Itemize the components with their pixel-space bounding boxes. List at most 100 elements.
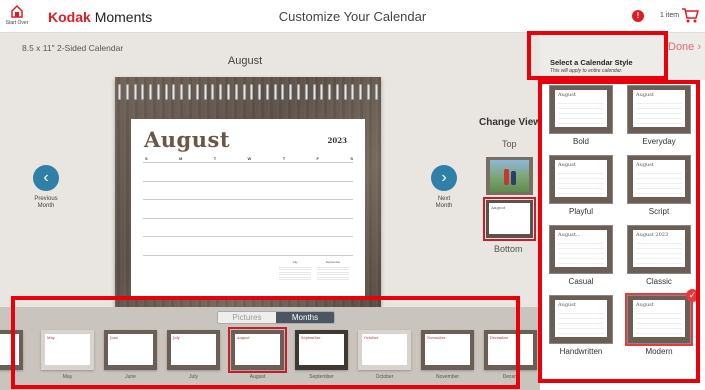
month-thumbnail-page: July <box>171 334 216 365</box>
month-thumbnail-label: Decem <box>502 374 519 380</box>
next-month-label-line2: Month <box>435 203 453 209</box>
calendar-grid <box>143 162 353 274</box>
spiral-ring <box>281 84 285 100</box>
spiral-ring <box>172 84 176 100</box>
style-panel-subtitle: This will apply to entire calendar. <box>550 68 623 74</box>
style-preview-grid <box>636 172 682 194</box>
weekday-label: S <box>350 156 353 161</box>
spiral-ring <box>195 84 199 100</box>
current-month-title: August <box>227 55 263 67</box>
style-option-casual[interactable]: August... <box>549 225 613 274</box>
style-option-modern[interactable]: August <box>625 293 693 346</box>
style-preview-title: August <box>636 92 654 98</box>
month-thumbnail[interactable]: November <box>421 330 474 370</box>
month-thumbnail[interactable]: August <box>228 327 287 373</box>
spiral-ring <box>289 84 293 100</box>
view-top-thumbnail[interactable] <box>486 157 533 195</box>
calendar-preview[interactable]: August 2023 S M T W T F S July September <box>115 77 381 307</box>
previous-month-label: Previous Month <box>21 196 71 210</box>
chevron-right-icon: › <box>697 41 702 53</box>
style-preview-grid <box>558 172 604 194</box>
weekday-label: S <box>145 156 148 161</box>
spiral-ring <box>180 84 184 100</box>
month-thumbnail[interactable] <box>0 330 23 370</box>
style-option-label: Classic <box>646 277 672 286</box>
brand-logo[interactable]: Kodak Moments <box>48 9 152 25</box>
spiral-ring <box>125 84 129 100</box>
view-top-label: Top <box>502 139 517 149</box>
style-preview-title: August <box>558 302 576 308</box>
previous-month-label-line1: Previous <box>34 196 58 202</box>
month-thumbnail-page: May <box>45 334 90 365</box>
mini-calendar-title: July <box>292 260 298 264</box>
style-preview-grid <box>558 102 604 124</box>
photo-figure-2 <box>511 171 516 185</box>
style-option-label: Everyday <box>642 137 676 146</box>
style-preview-page: August 2023 <box>633 230 685 267</box>
spiral-ring <box>304 84 308 100</box>
style-preview-grid <box>636 312 682 334</box>
style-option-everyday[interactable]: August <box>627 85 691 134</box>
start-over-button[interactable]: Start Over <box>4 4 30 26</box>
spiral-ring <box>234 84 238 100</box>
spiral-ring <box>312 84 316 100</box>
month-thumbnail-page <box>0 334 19 365</box>
spiral-ring <box>258 84 262 100</box>
month-thumbnail[interactable]: May <box>41 330 94 370</box>
month-thumbnail-title: July <box>173 336 180 340</box>
month-thumbnail-page: October <box>362 334 407 365</box>
product-name: 8.5 x 11" 2-Sided Calendar <box>22 43 124 53</box>
spiral-ring <box>250 84 254 100</box>
tab-pictures[interactable]: Pictures <box>218 312 276 323</box>
photo-figure-1 <box>504 169 509 185</box>
style-preview-page: August... <box>555 230 607 267</box>
style-option-handwritten[interactable]: August <box>549 295 613 344</box>
weekday-label: T <box>213 156 217 161</box>
photo-thumbnail <box>490 160 529 192</box>
spiral-ring <box>335 84 339 100</box>
strip-tab-switcher: Pictures Months <box>217 311 335 324</box>
style-option-playful[interactable]: August <box>549 155 613 204</box>
next-month-button[interactable]: › <box>431 165 457 191</box>
month-thumbnail-title: December <box>490 336 509 340</box>
month-thumbnail-title: October <box>364 336 379 340</box>
mini-calendar-title: September <box>325 260 341 264</box>
done-button[interactable]: Done › <box>668 41 701 53</box>
month-thumbnail[interactable]: October <box>358 330 411 370</box>
month-thumbnail[interactable]: December <box>484 330 537 370</box>
month-thumbnail[interactable]: July <box>167 330 220 370</box>
calendar-page: August 2023 S M T W T F S July September <box>131 119 365 296</box>
cart-icon[interactable] <box>681 7 699 24</box>
spiral-ring <box>273 84 277 100</box>
spiral-ring <box>133 84 137 100</box>
alert-icon[interactable]: ! <box>632 10 644 22</box>
style-preview-title: August <box>636 302 654 308</box>
weekday-label: F <box>316 156 319 161</box>
spiral-ring <box>226 84 230 100</box>
spiral-ring <box>141 84 145 100</box>
mini-calendars: July September <box>279 260 349 282</box>
style-option-script[interactable]: August <box>627 155 691 204</box>
month-thumbnail[interactable]: June <box>104 330 157 370</box>
cart-count[interactable]: 1 item <box>660 12 679 19</box>
tab-months[interactable]: Months <box>276 312 334 323</box>
brand-kodak: Kodak <box>48 9 91 25</box>
style-option-bold[interactable]: August <box>549 85 613 134</box>
month-thumbnail[interactable]: September <box>295 330 348 370</box>
style-panel-title: Select a Calendar Style <box>550 58 633 67</box>
calendar-month-heading: August <box>144 127 231 152</box>
style-option-classic[interactable]: August 2023 <box>627 225 691 274</box>
app-header: Start Over Kodak Moments Customize Your … <box>0 0 705 33</box>
month-thumbnail-title: June <box>110 336 118 340</box>
style-preview-title: August 2023 <box>636 232 669 238</box>
view-bottom-label: Bottom <box>494 244 523 254</box>
style-preview-page: August <box>633 90 685 127</box>
next-month-label: Next Month <box>419 196 469 210</box>
previous-month-button[interactable]: ‹ <box>33 165 59 191</box>
spiral-ring <box>242 84 246 100</box>
view-bottom-thumbnail[interactable]: August <box>483 197 536 241</box>
month-thumbnail-label: November <box>435 374 460 380</box>
calendar-week-row <box>143 162 353 181</box>
next-month-label-line1: Next <box>437 196 451 202</box>
style-option-label: Bold <box>572 137 589 146</box>
